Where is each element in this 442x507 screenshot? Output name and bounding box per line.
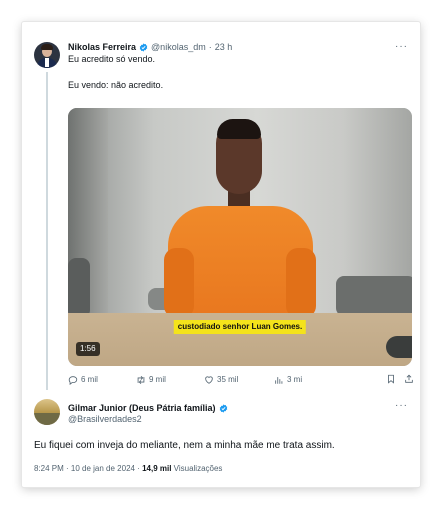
bookmark-icon <box>388 374 394 384</box>
like-count: 35 mil <box>217 375 239 384</box>
video-player[interactable]: custodiado senhor Luan Gomes. 1:56 <box>68 108 412 366</box>
reply-author-name[interactable]: Gilmar Junior (Deus Pátria família) <box>68 403 216 414</box>
reply-views-label: Visualizações <box>171 464 223 473</box>
tweet-text-line-1: Eu acredito só vendo. <box>68 54 156 64</box>
tweet-card: Nikolas Ferreira @nikolas_dm · 23 h ··· … <box>22 22 420 487</box>
reply-text: Eu fiquei com inveja do meliante, nem a … <box>34 440 335 451</box>
video-duration: 1:56 <box>76 342 100 356</box>
like-button[interactable]: 35 mil <box>204 374 238 386</box>
reply-author-handle[interactable]: @Brasilverdades2 <box>68 414 142 425</box>
bookmark-button[interactable] <box>386 374 399 384</box>
video-subtitle: custodiado senhor Luan Gomes. <box>173 320 307 334</box>
tweet-text-line-2: Eu vendo: não acredito. <box>68 80 164 90</box>
reply-meta: 8:24 PM · 10 de jan de 2024 · 14,9 mil V… <box>34 464 222 474</box>
views-count: 3 mi <box>287 375 303 384</box>
tweet-time[interactable]: 23 h <box>215 42 233 53</box>
author-handle[interactable]: @nikolas_dm <box>151 42 206 53</box>
reply-author-avatar[interactable] <box>34 399 60 425</box>
share-icon <box>405 374 413 383</box>
verified-badge-icon <box>219 404 227 413</box>
retweet-button[interactable]: 9 mil <box>136 374 166 386</box>
share-button[interactable] <box>404 374 417 384</box>
reply-icon <box>68 376 78 385</box>
separator-dot: · <box>208 42 212 52</box>
tweet-header: Nikolas Ferreira @nikolas_dm · 23 h <box>68 42 232 53</box>
verified-badge-icon <box>139 43 148 52</box>
thread-line <box>46 72 48 390</box>
retweet-icon <box>137 375 145 385</box>
retweet-count: 9 mil <box>149 375 166 384</box>
views-chart-icon <box>275 377 283 384</box>
more-options-icon[interactable]: ··· <box>395 41 408 52</box>
views-button[interactable]: 3 mi <box>274 374 302 386</box>
tweet-actions: 6 mil 9 mil 35 mil 3 mi <box>68 374 413 388</box>
reply-header: Gilmar Junior (Deus Pátria família) <box>68 403 231 414</box>
author-name[interactable]: Nikolas Ferreira <box>68 42 136 53</box>
reply-timestamp[interactable]: 8:24 PM · 10 de jan de 2024 · <box>34 464 142 473</box>
reply-count: 6 mil <box>81 375 98 384</box>
reply-views-count: 14,9 mil <box>142 464 172 473</box>
reply-more-options-icon[interactable]: ··· <box>395 400 408 411</box>
heart-icon <box>205 376 213 384</box>
author-avatar[interactable] <box>34 42 60 68</box>
reply-button[interactable]: 6 mil <box>68 374 98 386</box>
